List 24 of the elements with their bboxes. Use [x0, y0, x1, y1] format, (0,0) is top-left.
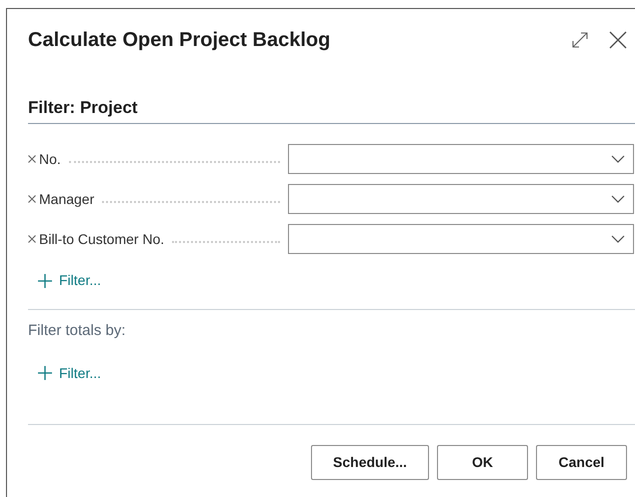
add-filter-link[interactable]: Filter... [37, 270, 102, 291]
dropdown-field[interactable] [288, 184, 634, 214]
dialog-button[interactable]: OK [437, 444, 528, 480]
field-label: No. [39, 150, 61, 168]
dialog-title: Calculate Open Project Backlog [28, 28, 330, 53]
chevron-down-icon [611, 235, 625, 243]
expand-icon[interactable] [571, 31, 589, 49]
chevron-down-icon [611, 195, 625, 203]
dialog-button[interactable]: Cancel [536, 444, 627, 480]
remove-filter-icon[interactable] [28, 235, 36, 243]
field-label: Bill-to Customer No. [39, 230, 164, 248]
close-icon[interactable] [609, 31, 627, 49]
add-filter-link[interactable]: Filter... [37, 362, 102, 384]
plus-icon [37, 365, 53, 381]
plus-icon [37, 272, 53, 288]
dialog-button[interactable]: Schedule... [311, 444, 429, 480]
chevron-down-icon [611, 155, 625, 163]
section-heading: Filter: Project [28, 98, 138, 117]
remove-filter-icon[interactable] [28, 155, 36, 163]
remove-filter-icon[interactable] [28, 195, 36, 203]
dropdown-field[interactable] [288, 224, 634, 254]
dropdown-field[interactable] [288, 144, 634, 174]
field-label: Manager [39, 190, 94, 209]
section-heading: Filter totals by: [28, 321, 127, 341]
